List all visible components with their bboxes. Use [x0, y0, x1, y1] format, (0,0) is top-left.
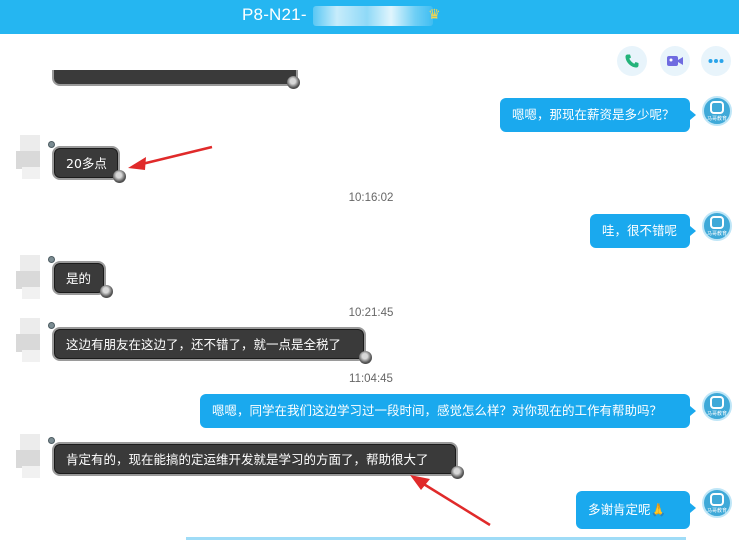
annotation-arrow [410, 475, 491, 527]
chat-window: P8-N21- ♛ 嗯嗯，那现在薪资是多少呢？ 马哥教育 20多点 10:16:… [0, 0, 739, 541]
